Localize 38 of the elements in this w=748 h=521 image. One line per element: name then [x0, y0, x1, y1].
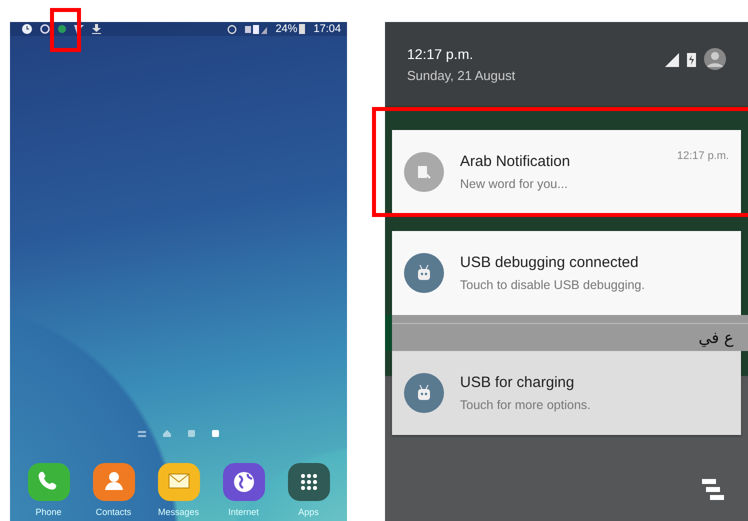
clock-icon — [22, 24, 32, 34]
app-label: Internet — [228, 507, 259, 517]
notification-card[interactable]: USB debugging connected Touch to disable USB debugging. — [392, 231, 741, 315]
battery-icon — [299, 24, 306, 34]
notification-dot-icon — [58, 25, 66, 33]
app-notification-icon — [404, 152, 444, 192]
highlight-frame — [50, 8, 81, 52]
robot-icon — [404, 373, 444, 413]
contact-icon[interactable] — [92, 463, 134, 501]
app-label: Contacts — [96, 507, 132, 517]
app-grid-icon[interactable] — [288, 463, 330, 501]
shade-time: 12:17 p.m. — [407, 46, 474, 62]
globe-icon[interactable] — [222, 463, 264, 501]
notification-time: 12:17 p.m. — [677, 150, 729, 162]
notification-card[interactable]: Arab Notification New word for you... 12:17 p.m. — [392, 130, 741, 214]
notification-text: New word for you... — [460, 177, 569, 191]
notification-title: USB debugging connected — [460, 254, 640, 271]
app-label: Messages — [158, 507, 200, 517]
background-text: ع في — [698, 329, 734, 348]
clear-all-icon[interactable] — [702, 477, 726, 501]
app-label: Phone — [35, 507, 62, 517]
shade-date: Sunday, 21 August — [407, 68, 516, 83]
notification-text: Touch to disable USB debugging. — [460, 278, 646, 292]
menu-page-indicator-icon[interactable] — [138, 430, 146, 436]
battery-percent: 24% — [275, 23, 298, 35]
battery-icon — [687, 52, 696, 66]
phone-icon[interactable] — [28, 463, 70, 501]
robot-icon — [404, 253, 444, 293]
notification-title: Arab Notification — [460, 153, 572, 170]
notification-text: Touch for more options. — [460, 398, 592, 412]
notification-card[interactable]: USB for charging Touch for more options. — [392, 351, 741, 435]
notification-title: USB for charging — [460, 374, 576, 391]
app-label: Apps — [298, 507, 319, 517]
envelope-icon[interactable] — [158, 463, 200, 501]
signal-icon — [245, 24, 268, 34]
download-icon — [92, 24, 101, 34]
status-time: 17:04 — [313, 23, 341, 35]
avatar-icon[interactable] — [704, 48, 726, 70]
